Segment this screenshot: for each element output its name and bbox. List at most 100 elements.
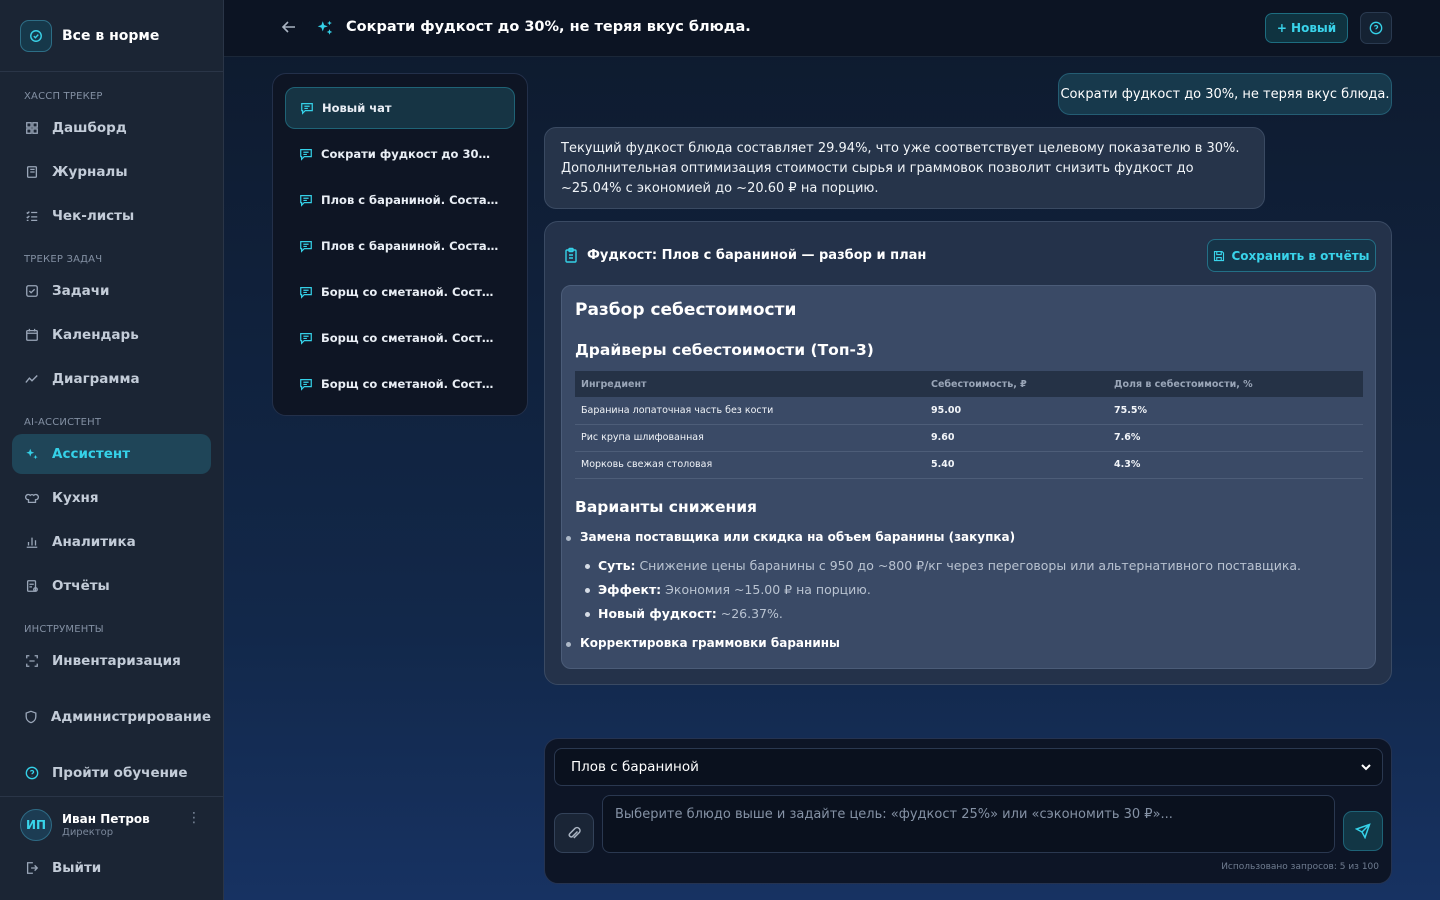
chef-hat-icon: [24, 490, 40, 506]
chat-icon: [300, 333, 312, 345]
report-icon: [24, 578, 40, 594]
sidebar-item-tasks[interactable]: Задачи: [12, 271, 211, 311]
sparkles-icon: [24, 446, 40, 462]
options-heading: Варианты снижения: [575, 498, 758, 516]
history-item[interactable]: Новый чат: [285, 87, 515, 129]
page-title: Сократи фудкост до 30%, не теряя вкус бл…: [346, 19, 751, 35]
column-header: Доля в себестоимости, %: [1108, 371, 1363, 397]
sparkles-icon: [316, 19, 334, 37]
more-vertical-icon[interactable]: ⋮: [187, 811, 201, 825]
bar-chart-icon: [24, 534, 40, 550]
sidebar-item-label: Календарь: [52, 327, 139, 343]
table-cell: 75.5%: [1108, 397, 1363, 425]
task-icon: [24, 283, 40, 299]
sidebar-item-calendar[interactable]: Календарь: [12, 315, 211, 355]
history-item[interactable]: Борщ со сметаной. Состав...: [285, 317, 515, 359]
usage-counter: Использовано запросов: 5 из 100: [1221, 862, 1379, 872]
sidebar-item-label: Дашборд: [52, 120, 127, 136]
user-name: Иван Петров: [62, 811, 150, 826]
attach-button[interactable]: [554, 813, 594, 853]
table-cell: 7.6%: [1108, 424, 1363, 452]
dish-select[interactable]: Плов с бараниной: [554, 748, 1383, 786]
logout-icon: [24, 860, 40, 876]
table-cell: Морковь свежая столовая: [575, 451, 925, 479]
table-row: Морковь свежая столовая 5.40 4.3%: [575, 451, 1363, 479]
help-circle-icon: [1369, 21, 1383, 35]
chat-icon: [300, 379, 312, 391]
history-item[interactable]: Сократи фудкост до 30%, ...: [285, 133, 515, 175]
calendar-icon: [24, 327, 40, 343]
table-cell: 9.60: [925, 424, 1108, 452]
sidebar: Все в норме ХАССП трекер Дашборд Журналы…: [0, 0, 224, 900]
table-cell: Баранина лопаточная часть без кости: [575, 397, 925, 425]
chat-icon: [300, 287, 312, 299]
column-header: Ингредиент: [575, 371, 925, 397]
sidebar-item-journals[interactable]: Журналы: [12, 152, 211, 192]
sidebar-item-assistant[interactable]: Ассистент: [12, 434, 211, 474]
sidebar-item-training[interactable]: Пройти обучение: [12, 753, 211, 793]
chat-icon: [301, 103, 313, 115]
sidebar-item-analytics[interactable]: Аналитика: [12, 522, 211, 562]
chat-icon: [300, 241, 312, 253]
scan-icon: [24, 653, 40, 669]
option-title: Замена поставщика или скидка на объем ба…: [565, 530, 1016, 544]
new-chat-button[interactable]: + Новый: [1265, 13, 1348, 43]
prompt-input[interactable]: Выберите блюдо выше и задайте цель: «фуд…: [602, 795, 1335, 853]
table-cell: 4.3%: [1108, 451, 1363, 479]
shield-icon: [24, 709, 39, 725]
history-item[interactable]: Борщ со сметаной. Состав...: [285, 363, 515, 405]
sidebar-item-label: Администрирование: [50, 709, 211, 725]
sidebar-item-admin[interactable]: Администрирование: [12, 697, 211, 737]
table-row: Рис крупа шлифованная 9.60 7.6%: [575, 424, 1363, 452]
user-role: Директор: [62, 826, 114, 838]
back-arrow-icon[interactable]: [280, 18, 300, 38]
history-item[interactable]: Борщ со сметаной. Состав...: [285, 271, 515, 313]
send-button[interactable]: [1343, 811, 1383, 851]
table-cell: Рис крупа шлифованная: [575, 424, 925, 452]
dashboard-icon: [24, 120, 40, 136]
sidebar-item-label: Ассистент: [52, 446, 131, 462]
user-profile[interactable]: ИП Иван Петров Директор ⋮: [0, 796, 223, 852]
user-message: Сократи фудкост до 30%, не теряя вкус бл…: [1058, 73, 1392, 115]
brand[interactable]: Все в норме: [0, 0, 223, 72]
sidebar-item-chart[interactable]: Диаграмма: [12, 359, 211, 399]
save-to-reports-button[interactable]: Сохранить в отчёты: [1207, 239, 1376, 272]
drivers-heading: Драйверы себестоимости (Топ-3): [575, 341, 874, 359]
option-detail: Суть: Снижение цены баранины с 950 до ~8…: [584, 558, 1302, 573]
avatar: ИП: [20, 808, 52, 841]
sidebar-item-label: Чек-листы: [52, 208, 135, 224]
table-cell: 5.40: [925, 451, 1108, 479]
sidebar-item-inventory[interactable]: Инвентаризация: [12, 641, 211, 681]
option-title: Корректировка граммовки баранины: [566, 636, 840, 650]
history-item[interactable]: Плов с бараниной. Состав:...: [285, 225, 515, 267]
clipboard-icon: [565, 247, 577, 263]
report-content: Разбор себестоимости Драйверы себестоимо…: [561, 285, 1376, 669]
logout-button[interactable]: Выйти: [12, 848, 211, 888]
table-cell: 95.00: [925, 397, 1108, 425]
sidebar-item-label: Отчёты: [52, 578, 110, 594]
history-item[interactable]: Плов с бараниной. Состав:...: [285, 179, 515, 221]
section-haccp: ХАССП трекер: [24, 91, 103, 102]
logout-label: Выйти: [52, 860, 102, 876]
table-row: Баранина лопаточная часть без кости 95.0…: [575, 397, 1363, 425]
sidebar-item-label: Аналитика: [52, 534, 136, 550]
report-card: Фудкост: Плов с бараниной — разбор и пла…: [544, 221, 1392, 685]
chevron-down-icon: [1361, 764, 1371, 771]
sidebar-item-dashboard[interactable]: Дашборд: [12, 108, 211, 148]
sidebar-item-checklists[interactable]: Чек-листы: [12, 196, 211, 236]
table-header-row: Ингредиент Себестоимость, ₽ Доля в себес…: [575, 371, 1363, 397]
help-button[interactable]: [1360, 12, 1392, 44]
cost-drivers-table: Ингредиент Себестоимость, ₽ Доля в себес…: [575, 371, 1363, 479]
option-detail: Новый фудкост: ~26.37%.: [585, 606, 783, 621]
sidebar-item-kitchen[interactable]: Кухня: [12, 478, 211, 518]
checklist-icon: [24, 208, 40, 224]
report-heading: Разбор себестоимости: [575, 300, 797, 320]
chat-icon: [300, 195, 312, 207]
sidebar-item-reports[interactable]: Отчёты: [12, 566, 211, 606]
section-tools: Инструменты: [24, 624, 104, 635]
help-circle-icon: [24, 765, 40, 781]
assistant-message: Текущий фудкост блюда составляет 29.94%,…: [544, 127, 1265, 209]
column-header: Себестоимость, ₽: [925, 371, 1108, 397]
sidebar-item-label: Диаграмма: [52, 371, 140, 387]
book-icon: [24, 164, 40, 180]
